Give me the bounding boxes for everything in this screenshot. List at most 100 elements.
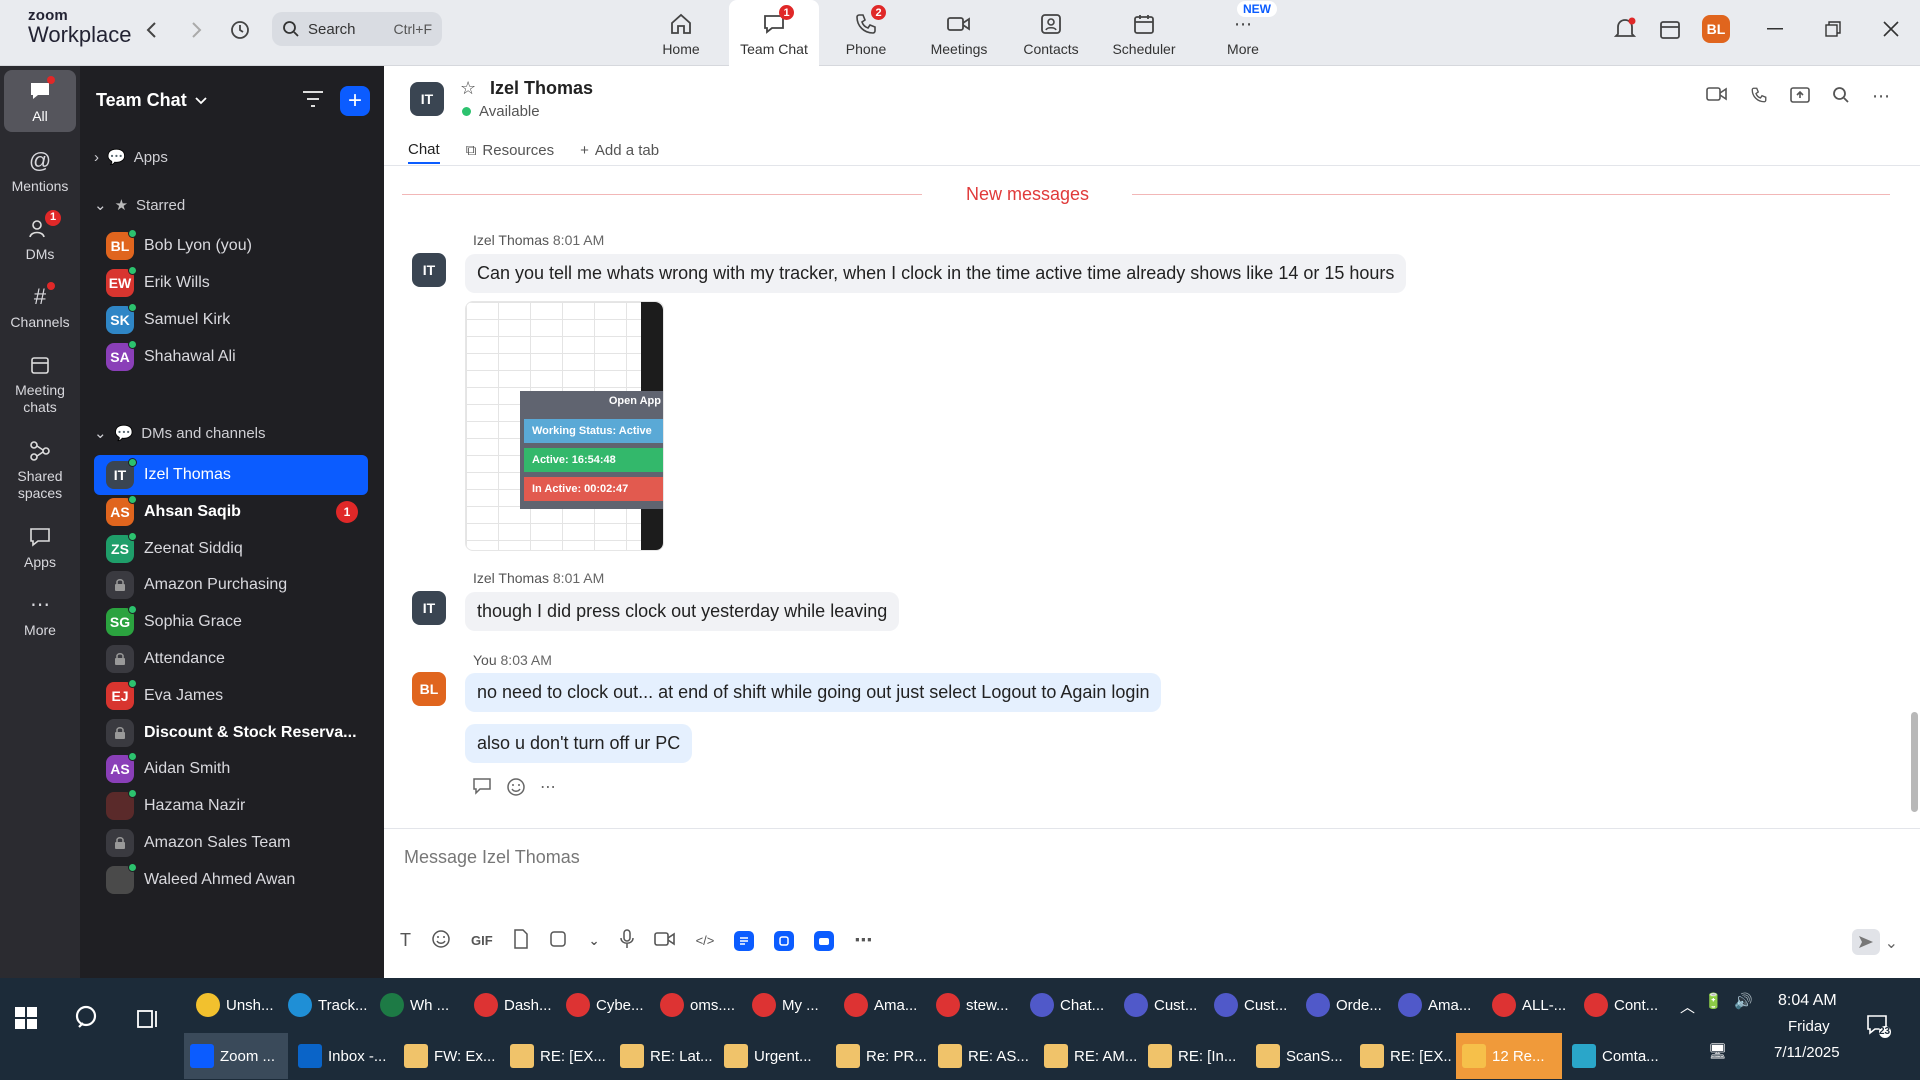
microphone-icon[interactable] <box>619 929 634 952</box>
history-icon[interactable] <box>226 16 254 44</box>
clock-day[interactable]: Friday <box>1788 1018 1830 1035</box>
battery-icon[interactable]: 🔋 <box>1704 992 1723 1010</box>
restore-icon[interactable] <box>1818 14 1848 44</box>
sidebar-title[interactable]: Team Chat <box>96 90 207 111</box>
star-outline-icon[interactable]: ☆ <box>460 78 476 99</box>
taskbar-app-button[interactable]: Cust... <box>1208 982 1296 1028</box>
phone-call-icon[interactable] <box>1750 86 1768 109</box>
rail-more[interactable]: ⋯ More <box>4 592 76 639</box>
screenshot-icon[interactable] <box>549 930 569 951</box>
rail-shared-spaces[interactable]: Shared spaces <box>4 438 76 502</box>
notes-app-icon[interactable] <box>734 930 755 951</box>
nav-phone[interactable]: 2 Phone <box>821 0 911 66</box>
taskbar-search-icon[interactable] <box>74 1004 102 1037</box>
send-button[interactable] <box>1852 929 1880 955</box>
sidebar-item[interactable]: Amazon Sales Team <box>94 823 368 863</box>
calendar-shortcut-icon[interactable] <box>1655 14 1685 44</box>
video-message-icon[interactable] <box>653 931 676 950</box>
reply-icon[interactable] <box>472 777 492 802</box>
message-bubble[interactable]: also u don't turn off ur PC <box>465 724 693 763</box>
search-icon[interactable] <box>1832 86 1850 109</box>
taskbar-window-button[interactable]: RE: Lat... <box>614 1033 714 1079</box>
contact-name[interactable]: Izel Thomas <box>490 78 593 99</box>
tab-add[interactable]: + Add a tab <box>580 136 659 164</box>
share-screen-icon[interactable] <box>1790 86 1810 109</box>
taskbar-window-button[interactable]: RE: [EX... <box>1354 1033 1452 1079</box>
sidebar-item[interactable]: Hazama Nazir <box>94 786 368 826</box>
nav-contacts[interactable]: Contacts <box>1006 0 1096 66</box>
taskbar-window-button[interactable]: RE: AS... <box>932 1033 1034 1079</box>
contact-avatar[interactable]: IT <box>410 82 444 116</box>
text-format-icon[interactable]: T <box>400 930 411 951</box>
tab-chat[interactable]: Chat <box>408 136 440 164</box>
sidebar-item[interactable]: Discount & Stock Reserva... <box>94 713 368 753</box>
emoji-icon[interactable] <box>431 929 451 952</box>
section-apps[interactable]: › 💬 Apps <box>94 148 168 167</box>
message-bubble[interactable]: no need to clock out... at end of shift … <box>465 673 1162 712</box>
taskbar-app-button[interactable]: My ... <box>746 982 834 1028</box>
notifications-bell-icon[interactable] <box>1610 14 1640 44</box>
sidebar-item[interactable]: Waleed Ahmed Awan <box>94 860 368 900</box>
taskbar-window-button[interactable]: RE: [EX... <box>504 1033 610 1079</box>
sidebar-item[interactable]: EW Erik Wills <box>94 263 368 303</box>
taskbar-app-button[interactable]: Dash... <box>468 982 556 1028</box>
section-dms[interactable]: ⌄ 💬 DMs and channels <box>94 424 266 443</box>
rail-apps[interactable]: Apps <box>4 524 76 571</box>
sidebar-item[interactable]: Attendance <box>94 639 368 679</box>
taskbar-window-button[interactable]: Inbox -... <box>292 1033 394 1079</box>
sender-avatar[interactable]: IT <box>412 253 446 287</box>
taskbar-window-button[interactable]: Zoom ... <box>184 1033 288 1079</box>
taskbar-app-button[interactable]: Unsh... <box>190 982 278 1028</box>
sidebar-item[interactable]: SA Shahawal Ali <box>94 337 368 377</box>
taskbar-window-button[interactable]: FW: Ex... <box>398 1033 500 1079</box>
task-view-icon[interactable] <box>136 1008 160 1035</box>
more-options-icon[interactable]: ⋯ <box>1872 86 1890 109</box>
tab-resources[interactable]: ⧉ Resources <box>466 136 554 164</box>
emoji-react-icon[interactable] <box>506 777 526 802</box>
display-icon[interactable]: 🖥 <box>1708 1042 1727 1060</box>
sidebar-item[interactable]: AS Aidan Smith <box>94 749 368 789</box>
chevron-down-icon[interactable]: ⌄ <box>589 933 600 949</box>
sidebar-item[interactable]: AS Ahsan Saqib 1 <box>94 492 368 532</box>
rail-all[interactable]: All <box>4 70 76 132</box>
nav-meetings[interactable]: Meetings <box>914 0 1004 66</box>
close-icon[interactable] <box>1876 14 1906 44</box>
rail-meeting-chats[interactable]: Meeting chats <box>4 352 76 416</box>
sidebar-item[interactable]: EJ Eva James <box>94 676 368 716</box>
taskbar-window-button[interactable]: Re: PR... <box>830 1033 928 1079</box>
message-input[interactable]: Message Izel Thomas <box>404 847 580 868</box>
image-attachment[interactable]: Open App Working Status: Active Active: … <box>465 301 664 551</box>
filter-icon[interactable] <box>302 90 324 113</box>
volume-icon[interactable]: 🔊 <box>1734 992 1753 1010</box>
minimize-icon[interactable] <box>1760 14 1790 44</box>
taskbar-window-button[interactable]: RE: [In... <box>1142 1033 1246 1079</box>
clock-date[interactable]: 7/11/2025 <box>1774 1044 1840 1061</box>
clock-time[interactable]: 8:04 AM <box>1778 992 1837 1010</box>
whiteboard-app-icon[interactable] <box>814 930 835 951</box>
new-chat-button[interactable]: + <box>340 86 370 116</box>
taskbar-window-button[interactable]: Urgent... <box>718 1033 826 1079</box>
message-bubble[interactable]: though I did press clock out yesterday w… <box>465 592 900 631</box>
taskbar-window-button[interactable]: RE: AM... <box>1038 1033 1138 1079</box>
windows-start-icon[interactable] <box>14 1006 38 1035</box>
taskbar-app-button[interactable]: oms.... <box>654 982 742 1028</box>
notification-center-icon[interactable]: 23 <box>1866 1014 1892 1042</box>
more-options-icon[interactable]: ⋯ <box>540 777 556 802</box>
taskbar-app-button[interactable]: Track... <box>282 982 370 1028</box>
search-input[interactable]: Search Ctrl+F <box>272 12 442 46</box>
taskbar-app-button[interactable]: Cust... <box>1118 982 1206 1028</box>
sidebar-item[interactable]: IT Izel Thomas <box>94 455 368 495</box>
sidebar-item[interactable]: SK Samuel Kirk <box>94 300 368 340</box>
taskbar-window-button[interactable]: ScanS... <box>1250 1033 1350 1079</box>
taskbar-app-button[interactable]: Wh ... <box>374 982 462 1028</box>
taskbar-app-button[interactable]: Orde... <box>1300 982 1388 1028</box>
taskbar-app-button[interactable]: Cont... <box>1578 982 1666 1028</box>
file-icon[interactable] <box>513 929 529 952</box>
sender-avatar[interactable]: IT <box>412 591 446 625</box>
my-avatar[interactable]: BL <box>412 672 446 706</box>
taskbar-window-button[interactable]: 12 Re... <box>1456 1033 1562 1079</box>
back-arrow-icon[interactable] <box>138 16 166 44</box>
tray-chevron-icon[interactable]: ︿ <box>1680 996 1695 1017</box>
user-avatar[interactable]: BL <box>1702 15 1730 43</box>
message-composer[interactable]: Message Izel Thomas T GIF ⌄ </> ⋯ ⌄ <box>384 828 1920 978</box>
